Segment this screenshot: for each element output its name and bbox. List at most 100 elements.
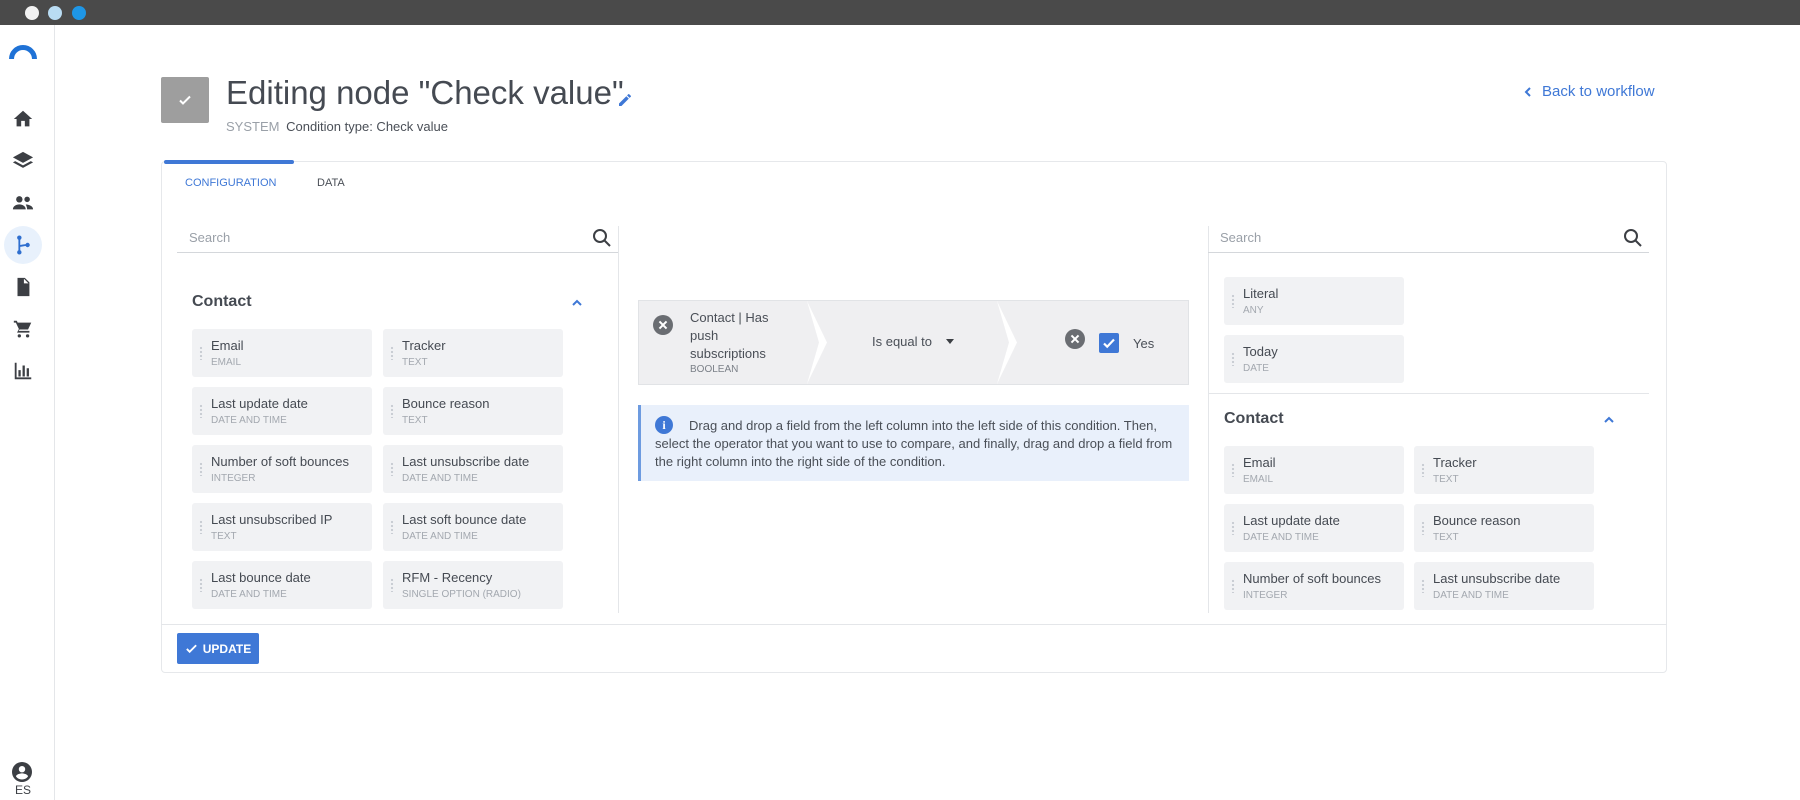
info-text: Drag and drop a field from the left colu… bbox=[655, 418, 1173, 469]
window-minimize-dot[interactable] bbox=[48, 6, 62, 20]
left-field-last-unsubscribed-ip[interactable]: Last unsubscribed IP TEXT bbox=[192, 503, 372, 551]
left-field-last-soft-bounce-date[interactable]: Last soft bounce date DATE AND TIME bbox=[383, 503, 563, 551]
page-title: Editing node "Check value" bbox=[226, 74, 624, 111]
left-field-email[interactable]: Email EMAIL bbox=[192, 329, 372, 377]
window-maximize-dot[interactable] bbox=[72, 6, 86, 20]
language-switch[interactable]: ES bbox=[0, 783, 46, 797]
condition-left-type: BOOLEAN bbox=[690, 364, 739, 375]
people-icon[interactable] bbox=[9, 189, 37, 217]
right-collapse-chevron-up-icon[interactable] bbox=[1603, 413, 1617, 427]
left-field-tracker[interactable]: Tracker TEXT bbox=[383, 329, 563, 377]
left-search-input[interactable] bbox=[177, 223, 618, 251]
field-name: Last unsubscribed IP bbox=[211, 512, 333, 527]
field-name: Bounce reason bbox=[402, 396, 490, 411]
chevron-left-icon bbox=[1524, 86, 1531, 97]
right-search-input[interactable] bbox=[1208, 223, 1649, 251]
drag-handle-icon[interactable] bbox=[390, 346, 394, 360]
drag-handle-icon[interactable] bbox=[390, 520, 394, 534]
value-checkbox[interactable] bbox=[1099, 333, 1119, 353]
edit-title-pencil-icon[interactable] bbox=[617, 92, 635, 110]
document-icon[interactable] bbox=[9, 273, 37, 301]
drag-handle-icon[interactable] bbox=[390, 404, 394, 418]
operator-label: Is equal to bbox=[872, 334, 932, 349]
back-to-workflow-link[interactable]: Back to workflow bbox=[1523, 83, 1655, 100]
drag-handle-icon[interactable] bbox=[1421, 579, 1425, 593]
right-constant-today[interactable]: Today DATE bbox=[1224, 335, 1404, 383]
field-type: SINGLE OPTION (RADIO) bbox=[402, 589, 521, 600]
chevron-separator-icon bbox=[997, 301, 1017, 384]
field-name: Last soft bounce date bbox=[402, 512, 527, 527]
sidebar: ES bbox=[0, 25, 55, 800]
left-field-rfm-recency[interactable]: RFM - Recency SINGLE OPTION (RADIO) bbox=[383, 561, 563, 609]
field-type: ANY bbox=[1243, 305, 1264, 316]
field-type: TEXT bbox=[1433, 532, 1459, 543]
info-box: i Drag and drop a field from the left co… bbox=[638, 405, 1189, 481]
drag-handle-icon[interactable] bbox=[199, 520, 203, 534]
condition-left-field[interactable]: Contact | Has push subscriptions bbox=[690, 309, 790, 363]
window-close-dot[interactable] bbox=[25, 6, 39, 20]
drag-handle-icon[interactable] bbox=[1421, 521, 1425, 535]
right-field-bounce-reason[interactable]: Bounce reason TEXT bbox=[1414, 504, 1594, 552]
field-name: Last bounce date bbox=[211, 570, 311, 585]
workflow-icon[interactable] bbox=[4, 226, 42, 264]
operator-dropdown[interactable]: Is equal to bbox=[872, 334, 954, 349]
active-tab-indicator bbox=[164, 160, 294, 164]
drag-handle-icon[interactable] bbox=[1231, 352, 1235, 366]
value-label: Yes bbox=[1133, 336, 1155, 351]
chart-icon[interactable] bbox=[9, 357, 37, 385]
field-type: DATE AND TIME bbox=[211, 589, 287, 600]
left-column-divider bbox=[618, 226, 619, 613]
left-field-number-of-soft-bounces[interactable]: Number of soft bounces INTEGER bbox=[192, 445, 372, 493]
node-type-badge bbox=[161, 77, 209, 123]
tab-data[interactable]: DATA bbox=[317, 177, 345, 189]
field-name: Number of soft bounces bbox=[1243, 571, 1382, 586]
drag-handle-icon[interactable] bbox=[390, 578, 394, 592]
drag-handle-icon[interactable] bbox=[199, 346, 203, 360]
search-icon[interactable] bbox=[1623, 228, 1643, 248]
logo-icon[interactable] bbox=[9, 45, 37, 59]
home-icon[interactable] bbox=[9, 105, 37, 133]
right-field-email[interactable]: Email EMAIL bbox=[1224, 446, 1404, 494]
field-name: Last update date bbox=[1243, 513, 1340, 528]
left-field-last-update-date[interactable]: Last update date DATE AND TIME bbox=[192, 387, 372, 435]
drag-handle-icon[interactable] bbox=[1231, 521, 1235, 535]
drag-handle-icon[interactable] bbox=[199, 578, 203, 592]
drag-handle-icon[interactable] bbox=[1231, 294, 1235, 308]
right-field-last-unsubscribe-date[interactable]: Last unsubscribe date DATE AND TIME bbox=[1414, 562, 1594, 610]
left-field-bounce-reason[interactable]: Bounce reason TEXT bbox=[383, 387, 563, 435]
drag-handle-icon[interactable] bbox=[199, 404, 203, 418]
right-field-tracker[interactable]: Tracker TEXT bbox=[1414, 446, 1594, 494]
cart-icon[interactable] bbox=[9, 315, 37, 343]
search-icon[interactable] bbox=[592, 228, 612, 248]
field-name: Literal bbox=[1243, 286, 1279, 301]
left-collapse-chevron-up-icon[interactable] bbox=[571, 296, 585, 310]
drag-handle-icon[interactable] bbox=[1231, 463, 1235, 477]
caret-down-icon bbox=[946, 339, 954, 344]
field-type: EMAIL bbox=[1243, 474, 1274, 485]
layers-icon[interactable] bbox=[9, 147, 37, 175]
right-field-number-of-soft-bounces[interactable]: Number of soft bounces INTEGER bbox=[1224, 562, 1404, 610]
right-search bbox=[1208, 223, 1649, 253]
field-name: Tracker bbox=[402, 338, 446, 353]
field-type: DATE AND TIME bbox=[1433, 590, 1509, 601]
tab-configuration[interactable]: CONFIGURATION bbox=[185, 177, 276, 189]
left-field-last-unsubscribe-date[interactable]: Last unsubscribe date DATE AND TIME bbox=[383, 445, 563, 493]
field-name: Email bbox=[211, 338, 244, 353]
right-constant-literal[interactable]: Literal ANY bbox=[1224, 277, 1404, 325]
check-icon bbox=[185, 644, 197, 654]
update-button[interactable]: UPDATE bbox=[177, 633, 259, 664]
page-subtitle: SYSTEM Condition type: Check value bbox=[226, 119, 448, 134]
remove-left-field-close-icon[interactable] bbox=[653, 315, 673, 335]
drag-handle-icon[interactable] bbox=[1421, 463, 1425, 477]
field-name: Today bbox=[1243, 344, 1278, 359]
field-type: TEXT bbox=[211, 531, 237, 542]
condition-builder: Contact | Has push subscriptions BOOLEAN… bbox=[638, 300, 1189, 385]
drag-handle-icon[interactable] bbox=[390, 462, 394, 476]
remove-right-value-close-icon[interactable] bbox=[1065, 329, 1085, 349]
left-field-last-bounce-date[interactable]: Last bounce date DATE AND TIME bbox=[192, 561, 372, 609]
drag-handle-icon[interactable] bbox=[199, 462, 203, 476]
field-name: Email bbox=[1243, 455, 1276, 470]
drag-handle-icon[interactable] bbox=[1231, 579, 1235, 593]
checkmark-icon bbox=[1103, 338, 1115, 349]
right-field-last-update-date[interactable]: Last update date DATE AND TIME bbox=[1224, 504, 1404, 552]
